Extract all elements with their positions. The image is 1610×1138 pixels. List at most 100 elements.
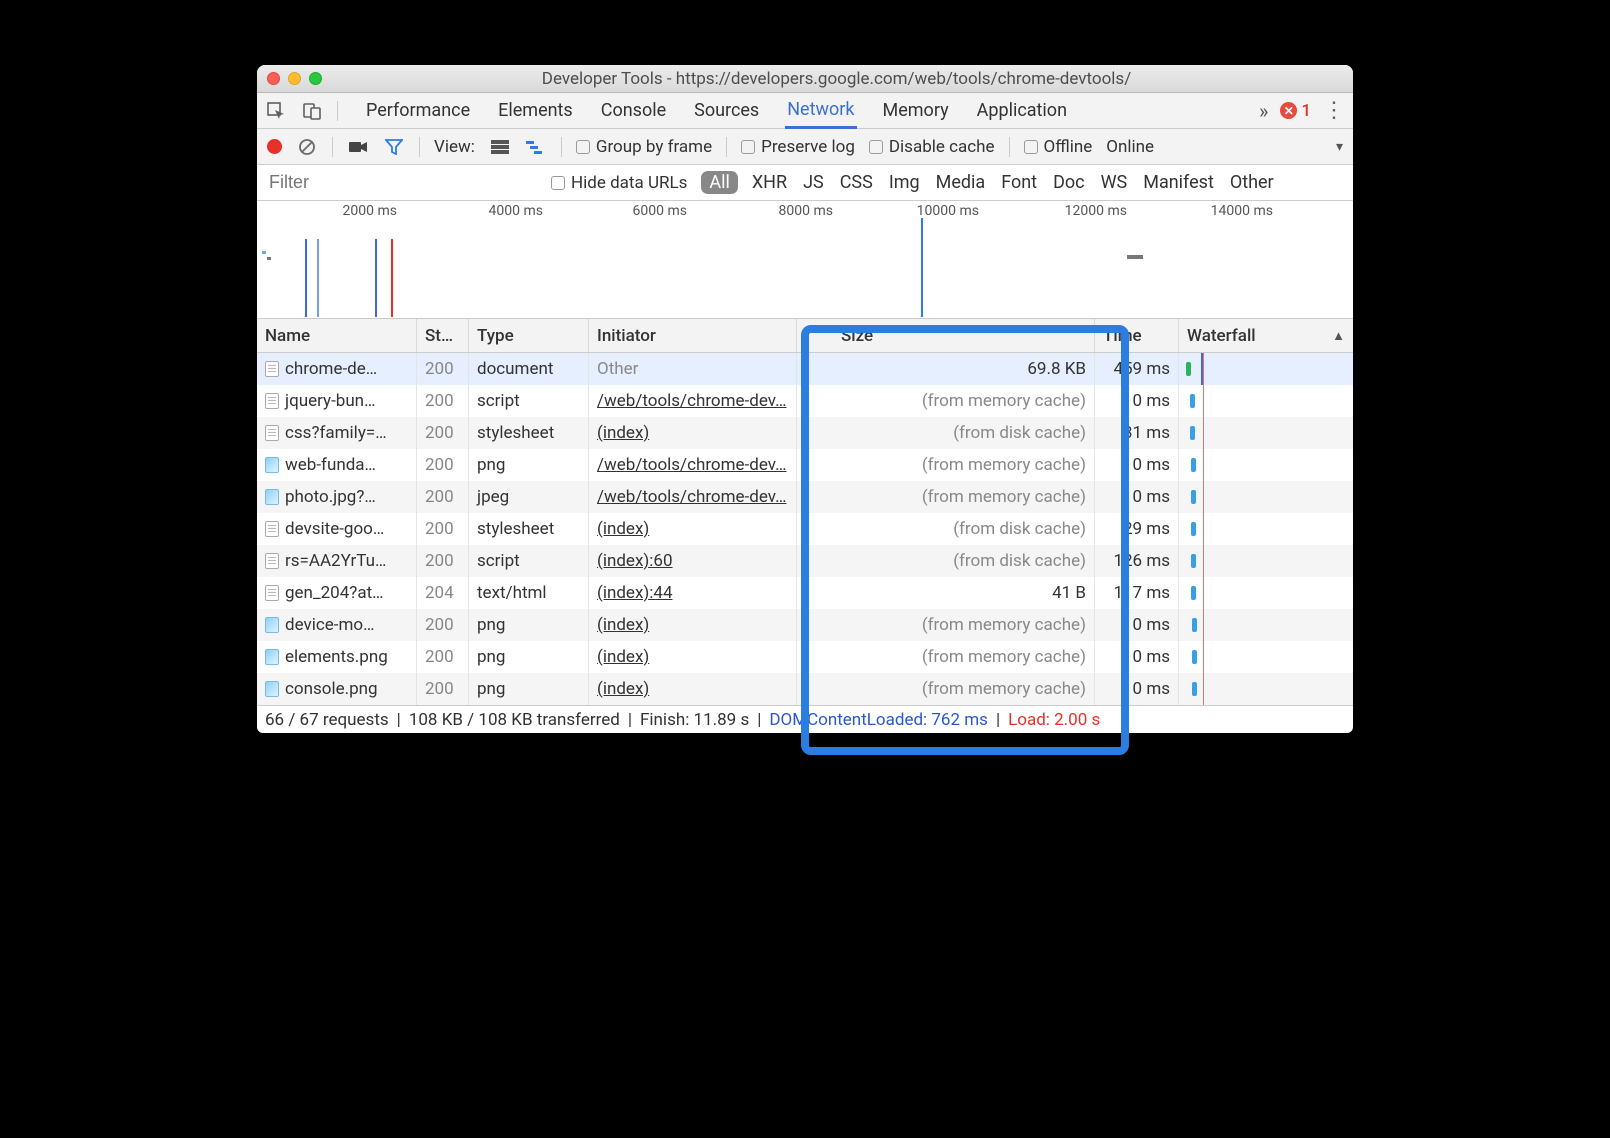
camera-icon[interactable] <box>347 136 369 158</box>
filter-other[interactable]: Other <box>1230 172 1274 193</box>
filter-manifest[interactable]: Manifest <box>1143 172 1214 193</box>
table-row[interactable]: jquery-bun…200script/web/tools/chrome-de… <box>257 385 1353 417</box>
col-name[interactable]: Name <box>257 319 417 352</box>
table-row[interactable]: devsite-goo…200stylesheet(index)(from di… <box>257 513 1353 545</box>
table-row[interactable]: gen_204?at…204text/html(index):4441 B117… <box>257 577 1353 609</box>
zoom-window-button[interactable] <box>309 72 322 85</box>
overview-ticks: 2000 ms4000 ms6000 ms8000 ms10000 ms1200… <box>257 201 1353 221</box>
clear-icon[interactable] <box>296 136 318 158</box>
dcl-marker-line <box>305 239 307 317</box>
tab-network[interactable]: Network <box>785 93 856 129</box>
hide-data-urls-checkbox[interactable]: Hide data URLs <box>551 172 687 193</box>
waterfall-bar <box>1191 522 1196 536</box>
request-name: device-mo… <box>285 615 374 635</box>
timeline-overview[interactable]: 2000 ms4000 ms6000 ms8000 ms10000 ms1200… <box>257 201 1353 319</box>
kebab-menu-icon[interactable]: ⋮ <box>1323 100 1345 122</box>
document-file-icon <box>265 585 279 601</box>
request-status: 200 <box>417 609 469 641</box>
filter-ws[interactable]: WS <box>1101 172 1128 193</box>
table-row[interactable]: css?family=…200stylesheet(index)(from di… <box>257 417 1353 449</box>
request-type: document <box>469 353 589 385</box>
col-time[interactable]: Time <box>1095 319 1179 352</box>
request-initiator[interactable]: (index):44 <box>589 577 797 609</box>
request-waterfall <box>1179 641 1353 673</box>
request-size: 41 B <box>797 577 1095 609</box>
minimize-window-button[interactable] <box>288 72 301 85</box>
request-name: jquery-bun… <box>285 391 375 411</box>
request-initiator[interactable]: (index) <box>589 641 797 673</box>
tick-label: 4000 ms <box>489 203 543 219</box>
waterfall-overview-icon[interactable] <box>525 136 547 158</box>
filter-input[interactable] <box>257 165 537 200</box>
filters-row: Hide data URLs All XHR JS CSS Img Media Font D… <box>257 165 1353 201</box>
disable-cache-checkbox[interactable]: Disable cache <box>869 137 995 157</box>
filter-js[interactable]: JS <box>803 172 824 193</box>
request-time: 0 ms <box>1095 449 1179 481</box>
waterfall-bar <box>1191 458 1196 472</box>
request-initiator[interactable]: (index) <box>589 513 797 545</box>
request-initiator[interactable]: (index):60 <box>589 545 797 577</box>
table-row[interactable]: web-funda…200png/web/tools/chrome-dev…(f… <box>257 449 1353 481</box>
filter-font[interactable]: Font <box>1001 172 1037 193</box>
filter-css[interactable]: CSS <box>840 172 873 193</box>
filter-media[interactable]: Media <box>936 172 986 193</box>
request-initiator[interactable]: (index) <box>589 417 797 449</box>
tab-sources[interactable]: Sources <box>692 94 761 127</box>
inspect-icon[interactable] <box>265 100 287 122</box>
filter-all[interactable]: All <box>701 171 738 194</box>
request-initiator[interactable]: /web/tools/chrome-dev… <box>589 481 797 513</box>
table-row[interactable]: photo.jpg?…200jpeg/web/tools/chrome-dev…… <box>257 481 1353 513</box>
request-initiator[interactable]: /web/tools/chrome-dev… <box>589 449 797 481</box>
request-size: 69.8 KB <box>797 353 1095 385</box>
request-status: 200 <box>417 545 469 577</box>
record-button[interactable] <box>267 139 282 154</box>
col-size[interactable]: Size <box>797 319 1095 352</box>
close-window-button[interactable] <box>267 72 280 85</box>
request-initiator[interactable]: (index) <box>589 673 797 705</box>
load-line <box>1203 641 1204 673</box>
col-type[interactable]: Type <box>469 319 589 352</box>
request-size: (from memory cache) <box>797 609 1095 641</box>
table-row[interactable]: elements.png200png(index)(from memory ca… <box>257 641 1353 673</box>
load-line <box>1203 513 1204 545</box>
devtools-window: Developer Tools - https://developers.goo… <box>257 65 1353 733</box>
chevron-down-icon[interactable]: ▾ <box>1336 139 1343 155</box>
filter-img[interactable]: Img <box>889 172 920 193</box>
col-waterfall[interactable]: Waterfall▲ <box>1179 319 1353 352</box>
overview-body <box>257 221 1353 317</box>
tab-memory[interactable]: Memory <box>881 94 951 127</box>
request-initiator[interactable]: /web/tools/chrome-dev… <box>589 385 797 417</box>
filter-icon[interactable] <box>383 136 405 158</box>
throttling-select[interactable]: Online <box>1106 137 1154 157</box>
tab-elements[interactable]: Elements <box>496 94 575 127</box>
table-header[interactable]: Name St… Type Initiator Size Time Waterf… <box>257 319 1353 353</box>
image-file-icon <box>265 649 279 665</box>
large-rows-icon[interactable] <box>489 136 511 158</box>
document-file-icon <box>265 361 279 377</box>
tab-performance[interactable]: Performance <box>364 94 472 127</box>
group-by-frame-checkbox[interactable]: Group by frame <box>576 137 712 157</box>
table-row[interactable]: rs=AA2YrTu…200script(index):60(from disk… <box>257 545 1353 577</box>
col-initiator[interactable]: Initiator <box>589 319 797 352</box>
table-row[interactable]: chrome-de…200documentOther69.8 KB459 ms <box>257 353 1353 385</box>
error-count-badge[interactable]: ✕ 1 <box>1280 101 1311 121</box>
request-time: 126 ms <box>1095 545 1179 577</box>
overview-bar <box>267 257 271 260</box>
error-icon: ✕ <box>1280 102 1297 119</box>
preserve-log-checkbox[interactable]: Preserve log <box>741 137 855 157</box>
load-line <box>1203 481 1204 513</box>
tab-application[interactable]: Application <box>975 94 1069 127</box>
table-row[interactable]: device-mo…200png(index)(from memory cach… <box>257 609 1353 641</box>
filter-doc[interactable]: Doc <box>1053 172 1085 193</box>
col-status[interactable]: St… <box>417 319 469 352</box>
more-tabs-icon[interactable]: » <box>1259 99 1268 123</box>
table-row[interactable]: console.png200png(index)(from memory cac… <box>257 673 1353 705</box>
tab-console[interactable]: Console <box>599 94 668 127</box>
waterfall-bar <box>1192 618 1197 632</box>
offline-checkbox[interactable]: Offline <box>1024 137 1093 157</box>
filter-xhr[interactable]: XHR <box>752 172 787 193</box>
request-initiator[interactable]: (index) <box>589 609 797 641</box>
image-file-icon <box>265 489 279 505</box>
device-toggle-icon[interactable] <box>301 100 323 122</box>
request-waterfall <box>1179 417 1353 449</box>
